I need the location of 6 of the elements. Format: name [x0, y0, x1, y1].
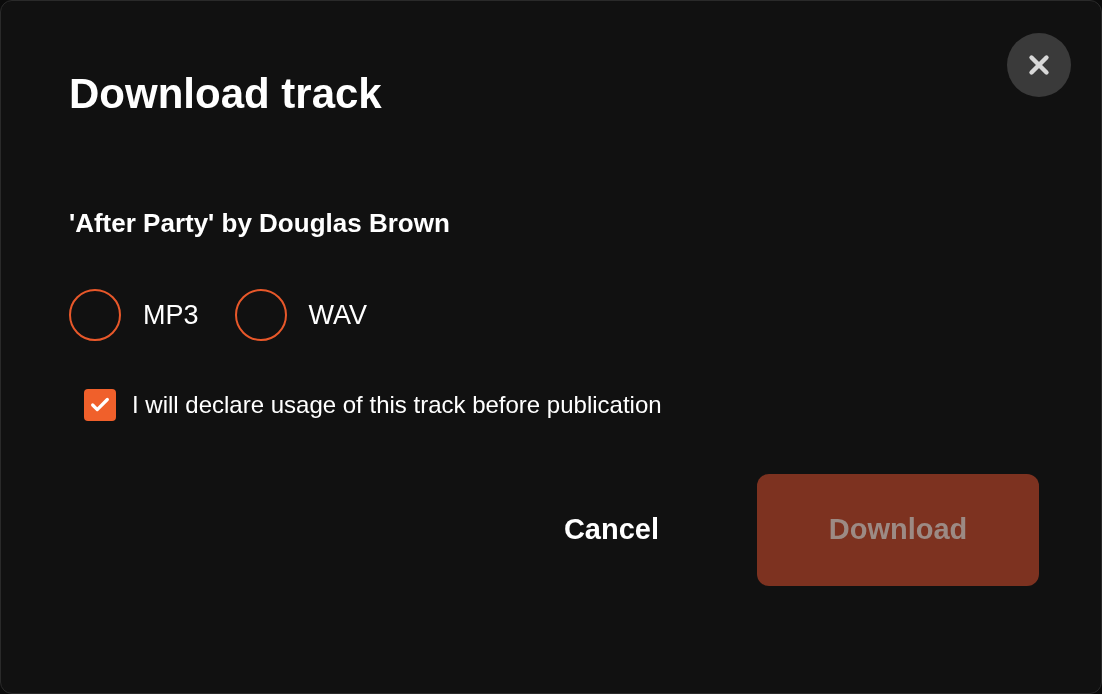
declaration-checkbox[interactable]: I will declare usage of this track before publication	[84, 387, 1101, 423]
cancel-button[interactable]: Cancel	[563, 508, 659, 552]
track-title: 'After Party' by Douglas Brown	[69, 207, 451, 239]
dialog-title: Download track	[69, 69, 383, 119]
format-radio[interactable]: WAV	[234, 289, 368, 341]
format-radio[interactable]: MP3	[69, 289, 199, 341]
